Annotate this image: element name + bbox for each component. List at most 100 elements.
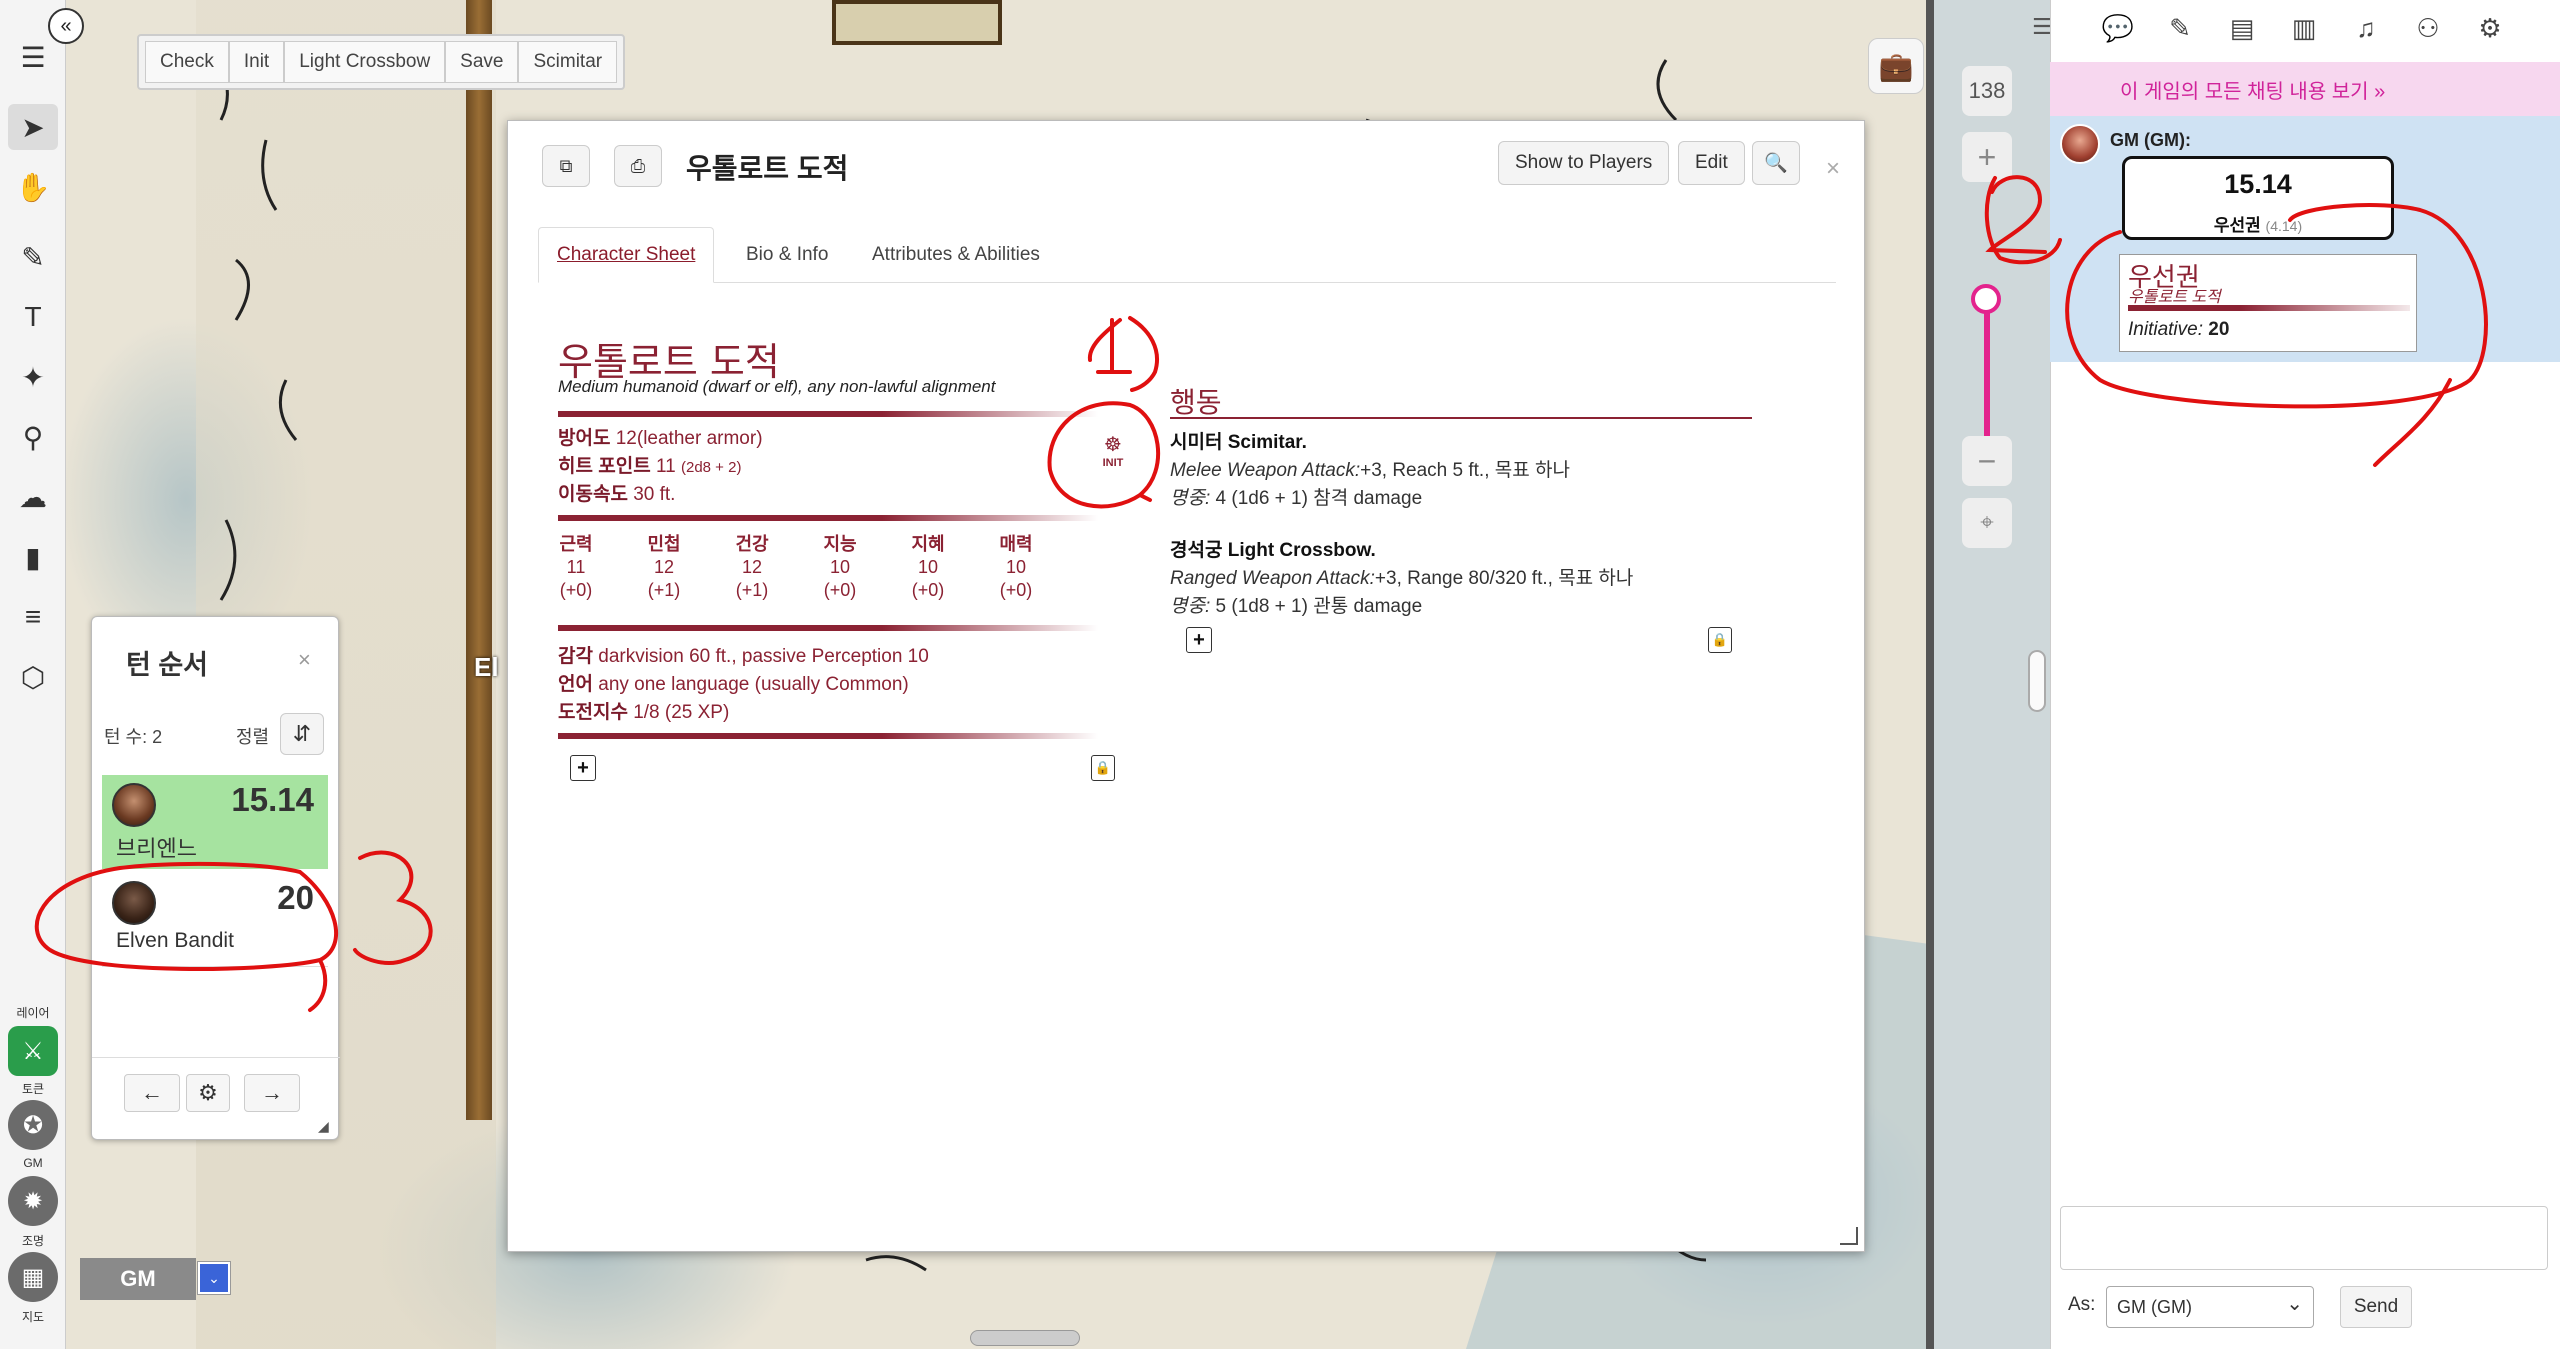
ability-wis[interactable]: 지혜 10 (+0)	[888, 533, 968, 602]
next-turn-icon[interactable]: →	[244, 1074, 300, 1112]
settings-gear-icon[interactable]: ⚙	[2470, 8, 2510, 48]
show-to-players-button[interactable]: Show to Players	[1498, 141, 1670, 185]
character-sheet-dialog: ⧉ ⎙ 우톨로트 도적 Show to Players Edit 🔍 × Cha…	[507, 120, 1865, 1252]
zoom-slider-handle[interactable]	[1971, 284, 2001, 314]
action-hit: 명중: 5 (1d8 + 1) 관통 damage	[1170, 591, 1422, 618]
lock-icon[interactable]: 🔒	[1708, 627, 1732, 653]
ability-mod: (+1)	[735, 580, 769, 600]
sidebar-drag-handle[interactable]	[2028, 650, 2046, 712]
close-icon[interactable]: ×	[298, 647, 311, 673]
add-trait-button[interactable]: +	[570, 755, 596, 781]
dialog-title: 우톨로트 도적	[686, 153, 849, 184]
search-icon[interactable]: 🔍	[1752, 141, 1800, 185]
turn-name: Elven Bandit	[116, 929, 234, 952]
speak-as-select[interactable]: GM (GM)	[2106, 1286, 2314, 1328]
turn-score[interactable]: 15.14	[231, 781, 314, 819]
init-label: INIT	[1102, 456, 1124, 469]
ability-str[interactable]: 근력 11 (+0)	[536, 533, 616, 602]
chat-input[interactable]	[2060, 1206, 2548, 1270]
action-name[interactable]: 시미터 Scimitar.	[1170, 427, 1307, 454]
pan-tool-icon[interactable]: ✋	[8, 164, 58, 210]
player-color-chevron-icon[interactable]: ⌄	[197, 1261, 231, 1295]
collapse-toolbar-icon[interactable]: «	[48, 8, 84, 44]
map-layer-icon[interactable]: ▦	[8, 1252, 58, 1302]
collection-icon[interactable]: ⚇	[2408, 8, 2448, 48]
macro-init-button[interactable]: Init	[228, 41, 285, 83]
settings-gear-icon[interactable]: ⚙	[186, 1074, 230, 1112]
magic-wand-icon[interactable]: ✦	[8, 354, 58, 400]
token-layer-icon[interactable]: ⚔	[8, 1026, 58, 1076]
chat-tab-icon[interactable]: 💬	[2098, 8, 2138, 48]
ability-name: 근력	[559, 534, 593, 554]
npc-type: Medium humanoid (dwarf or elf), any non-…	[558, 377, 996, 396]
hit-detail: 5 (1d8 + 1) 관통 damage	[1215, 596, 1423, 617]
chat-archive-link[interactable]: 이 게임의 모든 채팅 내용 보기 »	[2050, 62, 2560, 116]
action-name[interactable]: 경석궁 Light Crossbow.	[1170, 535, 1376, 562]
sidebar-menu-icon[interactable]: ☰	[2032, 14, 2052, 40]
turn-entry-current[interactable]: 15.14 브리엔느	[102, 775, 328, 869]
zoom-in-icon[interactable]: +	[1962, 132, 2012, 182]
center-view-icon[interactable]: ⌖	[1962, 498, 2012, 548]
macro-save-button[interactable]: Save	[445, 41, 519, 83]
tab-attributes-abilities[interactable]: Attributes & Abilities	[854, 227, 1058, 283]
briefcase-icon[interactable]: 💼	[1868, 38, 1924, 94]
print-icon[interactable]: ⎙	[614, 145, 662, 187]
macro-check-button[interactable]: Check	[145, 41, 229, 83]
add-action-button[interactable]: +	[1186, 627, 1212, 653]
turn-score[interactable]: 20	[277, 879, 314, 917]
roll-result: 15.14 우선권 (4.14)	[2122, 156, 2394, 240]
fog-tool-icon[interactable]: ☁	[8, 474, 58, 520]
gm-layer-icon[interactable]: ✪	[8, 1100, 58, 1150]
duplicate-icon[interactable]: ⧉	[542, 145, 590, 187]
lighting-layer-icon[interactable]: ✹	[8, 1176, 58, 1226]
initiative-roll-button[interactable]: ☸ INIT	[1090, 427, 1136, 473]
ability-cha[interactable]: 매력 10 (+0)	[976, 533, 1056, 602]
zoom-slider-track[interactable]	[1984, 300, 1990, 450]
sort-label: 정렬	[236, 727, 270, 747]
ability-name: 매력	[999, 534, 1033, 554]
macro-scimitar-button[interactable]: Scimitar	[518, 41, 618, 83]
journal-icon[interactable]: ▤	[2222, 8, 2262, 48]
tab-bio-info[interactable]: Bio & Info	[728, 227, 846, 283]
senses-label: 감각	[558, 646, 593, 667]
lock-icon[interactable]: 🔒	[1091, 755, 1115, 781]
macro-bar: Check Init Light Crossbow Save Scimitar	[137, 34, 626, 90]
ability-dex[interactable]: 민첩 12 (+1)	[624, 533, 704, 602]
draw-tool-icon[interactable]: ✎	[8, 234, 58, 280]
init-value[interactable]: 20	[2208, 319, 2229, 340]
resize-handle[interactable]	[1840, 1227, 1858, 1245]
map-scrollbar[interactable]	[970, 1330, 1080, 1346]
senses: 감각 darkvision 60 ft., passive Perception…	[558, 641, 929, 668]
menu-icon[interactable]: ☰	[8, 34, 58, 80]
challenge-rating: 도전지수 1/8 (25 XP)	[558, 697, 729, 724]
ability-int[interactable]: 지능 10 (+0)	[800, 533, 880, 602]
speak-as-label: As:	[2068, 1294, 2096, 1315]
divider	[558, 733, 1098, 739]
close-icon[interactable]: ×	[1826, 155, 1840, 183]
macro-light-crossbow-button[interactable]: Light Crossbow	[284, 41, 446, 83]
init-label: Initiative:	[2128, 319, 2203, 340]
roll-value[interactable]: 15.14	[2125, 169, 2391, 200]
resize-handle[interactable]: ◢	[318, 1118, 329, 1135]
tab-character-sheet[interactable]: Character Sheet	[538, 227, 715, 283]
zoom-out-icon[interactable]: −	[1962, 436, 2012, 486]
divider	[92, 1057, 340, 1058]
door-tool-icon[interactable]: ▮	[8, 534, 58, 580]
sort-icon[interactable]: ⇵	[280, 713, 324, 755]
measure-tool-icon[interactable]: ⚲	[8, 414, 58, 460]
notes-tool-icon[interactable]: ≡	[8, 594, 58, 640]
ability-score: 10	[829, 557, 851, 577]
jukebox-icon[interactable]: ♫	[2346, 8, 2386, 48]
text-tool-icon[interactable]: T	[8, 294, 58, 340]
previous-turn-icon[interactable]: ←	[124, 1074, 180, 1112]
turn-entry[interactable]: 20 Elven Bandit	[102, 873, 328, 967]
dice-tool-icon[interactable]: ⬡	[8, 654, 58, 700]
compendium-icon[interactable]: ▥	[2284, 8, 2324, 48]
art-library-icon[interactable]: ✎	[2160, 8, 2200, 48]
send-button[interactable]: Send	[2340, 1286, 2412, 1328]
select-tool-icon[interactable]: ➤	[8, 104, 58, 150]
edit-button[interactable]: Edit	[1678, 141, 1745, 185]
ability-con[interactable]: 건강 12 (+1)	[712, 533, 792, 602]
speed-value: 30 ft.	[633, 484, 676, 505]
divider	[558, 625, 1098, 631]
